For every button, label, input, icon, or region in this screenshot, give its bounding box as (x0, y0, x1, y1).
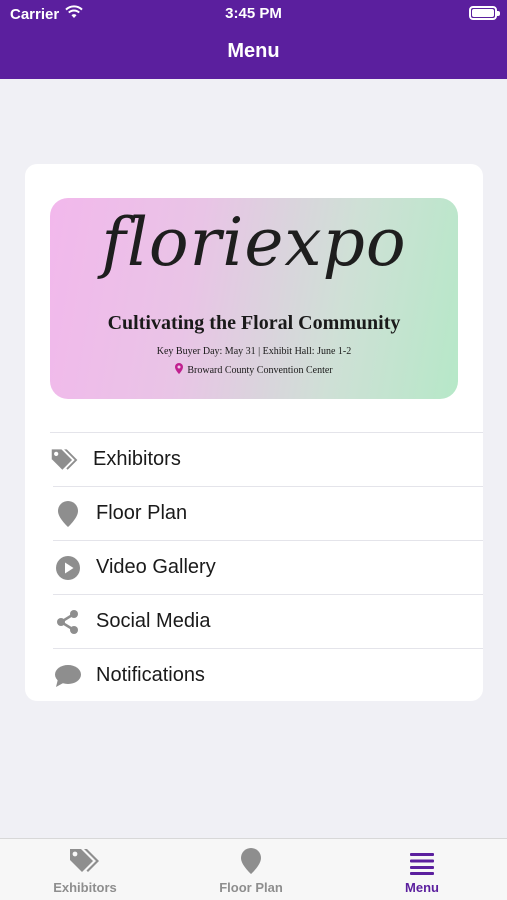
event-banner: floriexpo Cultivating the Floral Communi… (50, 198, 458, 399)
tab-label: Exhibitors (53, 880, 117, 895)
tab-menu[interactable]: Menu (372, 839, 472, 900)
banner-venue-text: Broward County Convention Center (187, 364, 333, 376)
menu-item-notifications[interactable]: Notifications (53, 648, 483, 702)
banner-logo: floriexpo (101, 204, 407, 281)
menu-list: Exhibitors Floor Plan Video Gallery Soci… (25, 432, 483, 702)
bottom-tab-bar: Exhibitors Floor Plan Menu (0, 838, 507, 900)
tab-exhibitors[interactable]: Exhibitors (35, 839, 135, 900)
hamburger-menu-icon (372, 839, 472, 875)
battery-icon (469, 6, 500, 20)
menu-item-label: Floor Plan (96, 502, 188, 524)
menu-item-label: Video Gallery (96, 556, 216, 578)
tags-icon (50, 433, 80, 487)
map-pin-icon (201, 839, 301, 875)
map-pin-icon (53, 487, 83, 541)
menu-item-exhibitors[interactable]: Exhibitors (50, 432, 483, 486)
status-time: 3:45 PM (225, 5, 282, 22)
banner-dates: Key Buyer Day: May 31 | Exhibit Hall: Ju… (156, 346, 352, 357)
tab-label: Floor Plan (219, 880, 283, 895)
banner-venue: Broward County Convention Center (50, 363, 458, 377)
tab-label: Menu (405, 880, 439, 895)
status-bar: Carrier 3:45 PM (0, 0, 507, 28)
page-title: Menu (227, 40, 280, 62)
banner-tagline: Cultivating the Floral Community (107, 312, 401, 334)
menu-item-social-media[interactable]: Social Media (53, 594, 483, 648)
tags-icon (35, 839, 135, 875)
menu-item-label: Social Media (96, 610, 211, 632)
venue-pin-icon (175, 363, 184, 377)
top-header: Carrier 3:45 PM Menu (0, 0, 507, 79)
menu-item-floor-plan[interactable]: Floor Plan (53, 486, 483, 540)
menu-item-video-gallery[interactable]: Video Gallery (53, 540, 483, 594)
menu-card: floriexpo Cultivating the Floral Communi… (25, 164, 483, 701)
share-icon (53, 595, 83, 649)
menu-item-label: Exhibitors (93, 448, 181, 470)
tab-floor-plan[interactable]: Floor Plan (201, 839, 301, 900)
menu-item-label: Notifications (96, 664, 205, 686)
chat-bubble-icon (53, 649, 83, 703)
play-circle-icon (53, 541, 83, 595)
